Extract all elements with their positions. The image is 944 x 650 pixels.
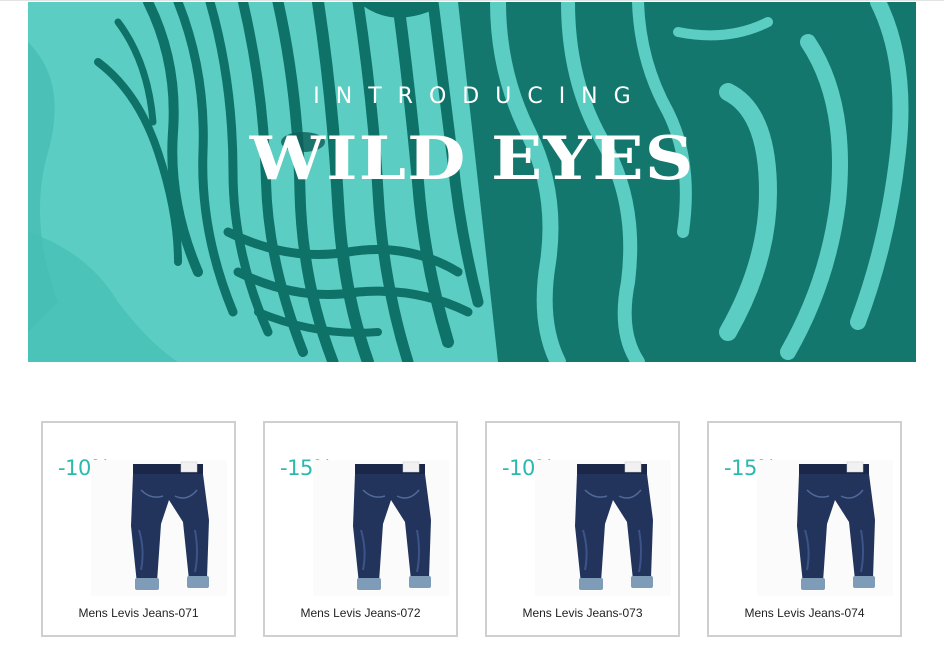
- jeans-graphic: [131, 461, 209, 590]
- product-card[interactable]: -10% Mens Levis Jeans-071: [41, 421, 236, 637]
- jeans-graphic: [575, 461, 653, 590]
- jeans-graphic: [797, 461, 875, 590]
- product-grid: -10% Mens Levis Jeans-071 -15% Mens Levi…: [41, 421, 903, 637]
- product-card[interactable]: -10% Mens Levis Jeans-073: [485, 421, 680, 637]
- top-divider: [0, 0, 944, 1]
- banner-kicker: INTRODUCING: [313, 84, 647, 109]
- product-name-link[interactable]: Mens Levis Jeans-074: [709, 606, 900, 620]
- product-card[interactable]: -15% Mens Levis Jeans-072: [263, 421, 458, 637]
- jeans-graphic: [353, 461, 431, 590]
- product-card[interactable]: -15% Mens Levis Jeans-074: [707, 421, 902, 637]
- product-name-link[interactable]: Mens Levis Jeans-072: [265, 606, 456, 620]
- jeans-photo-icon[interactable]: [313, 460, 449, 596]
- banner-title: WILD EYES: [249, 124, 695, 194]
- product-name-link[interactable]: Mens Levis Jeans-073: [487, 606, 678, 620]
- page: INTRODUCING WILD EYES -10% Mens Levis Je…: [0, 0, 944, 650]
- jeans-photo-icon[interactable]: [757, 460, 893, 596]
- jeans-photo-icon[interactable]: [535, 460, 671, 596]
- product-name-link[interactable]: Mens Levis Jeans-071: [43, 606, 234, 620]
- jeans-photo-icon[interactable]: [91, 460, 227, 596]
- hero-banner[interactable]: INTRODUCING WILD EYES: [28, 2, 916, 362]
